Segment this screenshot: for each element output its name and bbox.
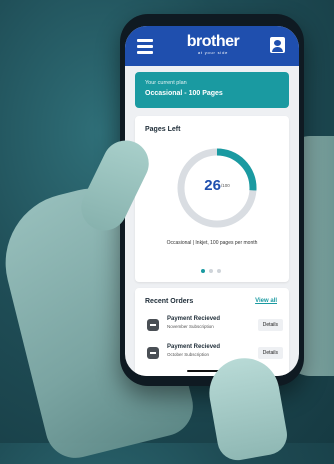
- view-all-link[interactable]: View all: [255, 298, 277, 304]
- order-text: Payment Recieved October Subscription: [167, 344, 220, 357]
- order-details-button[interactable]: Details: [257, 319, 283, 331]
- order-icon: [147, 319, 159, 331]
- carousel-dot-3[interactable]: [217, 269, 221, 273]
- pages-remaining: 26: [204, 177, 221, 194]
- current-plan-banner[interactable]: Your current plan Occasional - 100 Pages: [135, 72, 289, 108]
- order-icon: [147, 347, 159, 359]
- order-subtitle: October Subscription: [167, 352, 210, 357]
- order-details-button[interactable]: Details: [257, 347, 283, 359]
- order-title: Payment Recieved: [167, 344, 221, 350]
- plan-description: Occasional | Inkjet, 100 pages per month: [166, 240, 258, 246]
- account-icon[interactable]: [270, 37, 285, 53]
- recent-orders-title: Recent Orders: [145, 298, 194, 305]
- pages-left-card: Pages Left 26/100 Occasional | Inkjet, 1…: [135, 116, 289, 282]
- pages-total: /100: [220, 183, 230, 188]
- carousel-dots[interactable]: [201, 260, 227, 273]
- top-bar: brother at your side: [125, 26, 299, 66]
- pages-left-readout: 26/100: [175, 177, 259, 195]
- order-subtitle: November Subscription: [167, 324, 214, 329]
- order-text: Payment Recieved November Subscription: [167, 316, 220, 329]
- brand-name: brother: [186, 33, 240, 50]
- app-screen: brother at your side Your current plan O…: [125, 26, 299, 376]
- menu-icon[interactable]: [137, 39, 153, 54]
- brand-tagline: at your side: [197, 50, 229, 55]
- carousel-dot-1[interactable]: [201, 269, 205, 273]
- pages-left-title: Pages Left: [145, 126, 181, 133]
- brand-logo: brother at your side: [175, 34, 251, 56]
- order-title: Payment Recieved: [167, 316, 221, 322]
- order-row[interactable]: Payment Recieved October Subscription De…: [145, 343, 283, 365]
- recent-orders-card: Recent Orders View all Payment Recieved …: [135, 288, 289, 376]
- order-row[interactable]: Payment Recieved November Subscription D…: [145, 315, 283, 337]
- plan-caption: Your current plan: [145, 80, 187, 86]
- carousel-dot-2[interactable]: [209, 269, 213, 273]
- plan-name: Occasional - 100 Pages: [145, 90, 223, 97]
